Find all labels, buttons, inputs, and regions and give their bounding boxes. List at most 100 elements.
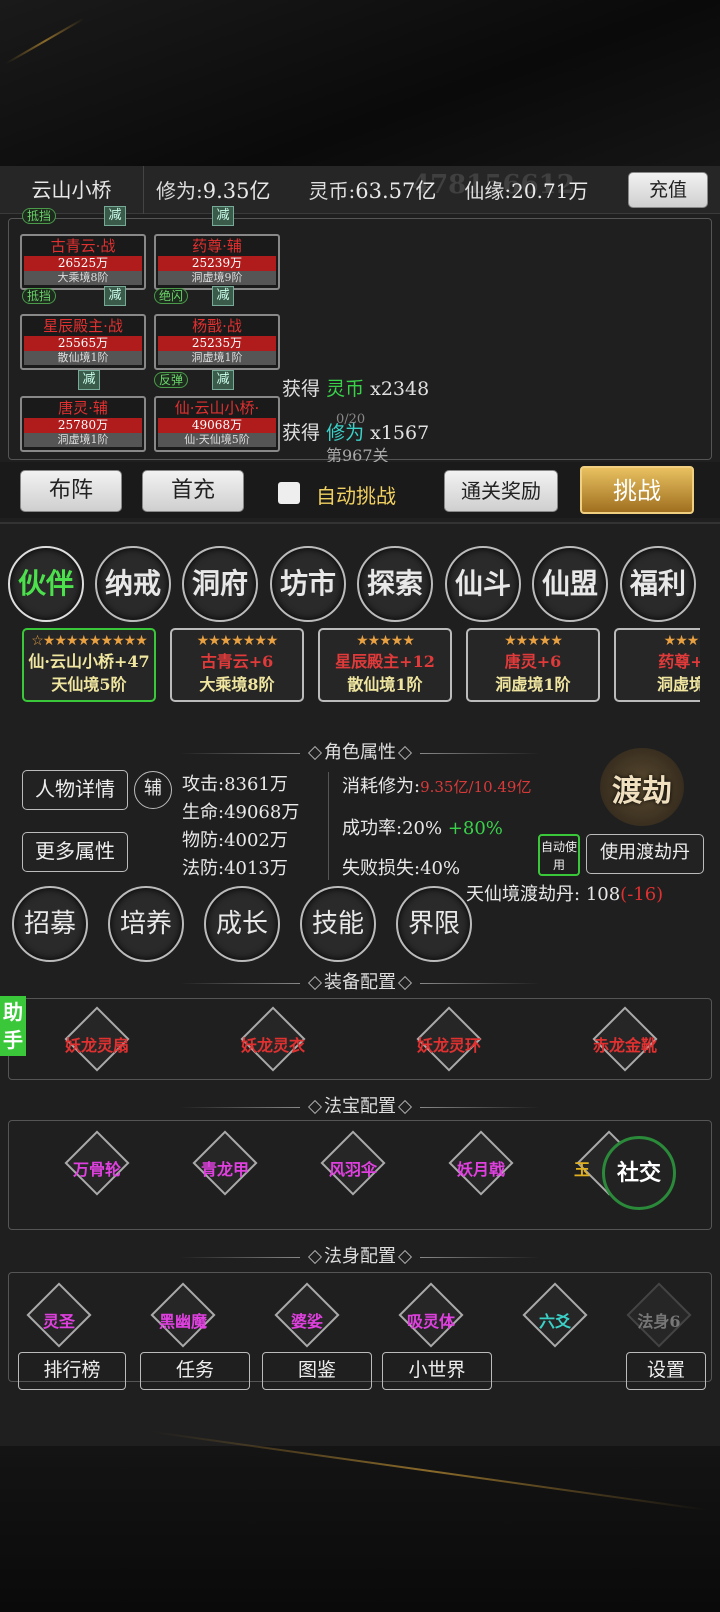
cultivation-value: 9.35亿 xyxy=(202,178,271,203)
social-button[interactable]: 社交 xyxy=(602,1136,676,1210)
coin-label: 灵币: xyxy=(308,179,356,203)
success-line: 成功率:20% +80% xyxy=(342,814,503,840)
formation-button[interactable]: 布阵 xyxy=(20,470,122,512)
nav-welfare[interactable]: 福利 xyxy=(620,546,696,622)
task-button[interactable]: 任务 xyxy=(140,1352,250,1390)
consume-label: 消耗修为: xyxy=(342,776,421,797)
auto-challenge-label[interactable]: 自动挑战 xyxy=(316,480,396,509)
battle-card[interactable]: 杨戬·战 25235万 洞虚境1阶 xyxy=(154,314,280,370)
partner-card[interactable]: ★★★★★ 唐灵+6 洞虚境1阶 xyxy=(466,628,600,702)
bottom-background xyxy=(0,1446,720,1612)
debuff-icon: 减 xyxy=(78,370,100,390)
nav-partner[interactable]: 伙伴 xyxy=(8,546,84,622)
battle-card[interactable]: 古青云·战 26525万 大乘境8阶 xyxy=(20,234,146,290)
card-level: 洞虚境1阶 xyxy=(158,351,276,365)
battle-card[interactable]: 药尊·辅 25239万 洞虚境9阶 xyxy=(154,234,280,290)
partner-level: 洞虚境 xyxy=(656,675,700,694)
debuff-icon: 减 xyxy=(212,370,234,390)
card-name: 药尊·辅 xyxy=(192,237,242,255)
loot-qty: x2348 xyxy=(370,378,430,400)
loot-qty: x1567 xyxy=(370,422,430,444)
nav-cave[interactable]: 洞府 xyxy=(182,546,258,622)
action-grow[interactable]: 成长 xyxy=(204,886,280,962)
atlas-button[interactable]: 图鉴 xyxy=(262,1352,372,1390)
recharge-button[interactable]: 充值 xyxy=(628,172,708,208)
attributes-title: 角色属性 xyxy=(324,742,396,763)
action-skill[interactable]: 技能 xyxy=(300,886,376,962)
partner-stars: ★★★★★ xyxy=(356,633,415,649)
nav-ring[interactable]: 纳戒 xyxy=(95,546,171,622)
character-detail-button[interactable]: 人物详情 xyxy=(22,770,128,810)
body-name: 黑幽魔 xyxy=(158,1312,207,1331)
body-name: 灵圣 xyxy=(42,1312,75,1331)
debuff-icon: 减 xyxy=(104,206,126,226)
first-recharge-button[interactable]: 首充 xyxy=(142,470,244,512)
tribulation-button[interactable]: 渡劫 xyxy=(600,748,684,826)
treasure-name: 青龙甲 xyxy=(200,1160,249,1179)
nav-market[interactable]: 坊市 xyxy=(270,546,346,622)
partner-stars: ★★★ xyxy=(663,633,700,649)
auto-challenge-checkbox[interactable] xyxy=(278,482,300,504)
body-title: 法身配置 xyxy=(324,1246,396,1267)
partner-name: 古青云+6 xyxy=(200,652,274,671)
loot-prefix: 获得 xyxy=(282,422,321,444)
battle-card[interactable]: 星辰殿主·战 25565万 散仙境1阶 xyxy=(20,314,146,370)
use-pill-button[interactable]: 使用渡劫丹 xyxy=(586,834,704,874)
aux-badge[interactable]: 辅 xyxy=(134,771,172,809)
action-train[interactable]: 培养 xyxy=(108,886,184,962)
battle-card[interactable]: 仙·云山小桥· 49068万 仙·天仙境5阶 xyxy=(154,396,280,452)
card-level: 洞虚境9阶 xyxy=(158,271,276,285)
divider xyxy=(0,522,720,524)
treasure-name: 风羽伞 xyxy=(328,1160,377,1179)
top-background xyxy=(0,0,720,166)
partner-card[interactable]: ★★★★★ 星辰殿主+12 散仙境1阶 xyxy=(318,628,452,702)
settings-button[interactable]: 设置 xyxy=(626,1352,706,1390)
loot-item: 灵币 xyxy=(326,378,365,400)
challenge-button[interactable]: 挑战 xyxy=(580,466,694,514)
treasure-header: 法宝配置 xyxy=(0,1092,720,1118)
buff-tag: 抵挡 xyxy=(22,288,57,304)
partner-stars: ★★★★★★★ xyxy=(196,633,279,649)
partner-stars: ★★★★★ xyxy=(504,633,563,649)
nav-alliance[interactable]: 仙盟 xyxy=(532,546,608,622)
nav-pvp[interactable]: 仙斗 xyxy=(445,546,521,622)
action-recruit[interactable]: 招募 xyxy=(12,886,88,962)
body-header: 法身配置 xyxy=(0,1242,720,1268)
partner-level: 洞虚境1阶 xyxy=(495,675,571,694)
buff-tag: 抵挡 xyxy=(22,208,57,224)
card-level: 仙·天仙境5阶 xyxy=(158,433,276,447)
attack-stat: 攻击:8361万 xyxy=(182,774,288,795)
battle-card[interactable]: 唐灵·辅 25780万 洞虚境1阶 xyxy=(20,396,146,452)
clear-reward-button[interactable]: 通关奖励 xyxy=(444,470,558,512)
card-level: 散仙境1阶 xyxy=(24,351,142,365)
treasure-name: 万骨轮 xyxy=(72,1160,121,1179)
pdef-stat: 物防:4002万 xyxy=(182,830,288,851)
buff-tag: 绝闪 xyxy=(154,288,189,304)
equipment-name: 妖龙灵衣 xyxy=(240,1036,305,1055)
card-name: 星辰殿主·战 xyxy=(43,317,123,335)
card-hp: 25780万 xyxy=(24,418,142,433)
partner-name: 星辰殿主+12 xyxy=(335,652,435,671)
helper-tab[interactable]: 助手 xyxy=(0,996,26,1056)
ranking-button[interactable]: 排行榜 xyxy=(18,1352,126,1390)
consume-line: 消耗修为:9.35亿/10.49亿 xyxy=(342,772,531,798)
pill-count: 108 xyxy=(585,884,621,905)
mdef-stat: 法防:4013万 xyxy=(182,858,288,879)
auto-use-toggle[interactable]: 自动使用 xyxy=(538,834,580,876)
partner-card[interactable]: ☆★★★★★★★★★ 仙·云山小桥+47 天仙境5阶 xyxy=(22,628,156,702)
partner-card[interactable]: ★★★★★★★ 古青云+6 大乘境8阶 xyxy=(170,628,304,702)
action-limit[interactable]: 界限 xyxy=(396,886,472,962)
nav-explore[interactable]: 探索 xyxy=(357,546,433,622)
more-attributes-button[interactable]: 更多属性 xyxy=(22,832,128,872)
card-level: 洞虚境1阶 xyxy=(24,433,142,447)
watermark: 478156612 xyxy=(412,170,575,200)
card-name: 杨戬·战 xyxy=(192,317,242,335)
card-hp: 25235万 xyxy=(158,336,276,351)
cultivation-label: 修为: xyxy=(156,179,203,203)
small-world-button[interactable]: 小世界 xyxy=(382,1352,492,1390)
card-name: 古青云·战 xyxy=(50,237,116,255)
partner-name: 唐灵+6 xyxy=(504,652,562,671)
fail-loss: 失败损失:40% xyxy=(342,858,461,879)
card-hp: 26525万 xyxy=(24,256,142,271)
partner-card[interactable]: ★★★ 药尊+ 洞虚境 xyxy=(614,628,700,702)
